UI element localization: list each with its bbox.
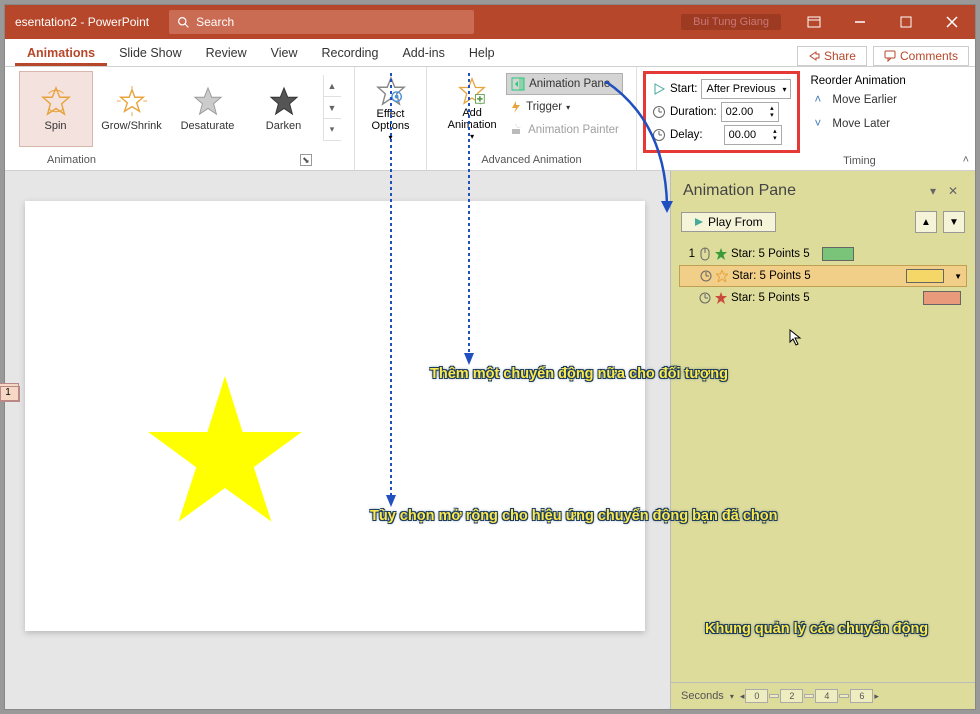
minimize-button[interactable] xyxy=(837,5,883,39)
delay-input[interactable]: 00.00▴▾ xyxy=(724,125,782,145)
slide-canvas[interactable]: 1 xyxy=(25,201,645,631)
add-animation-icon xyxy=(458,77,486,105)
emphasis-star-icon xyxy=(716,270,728,282)
move-later-button[interactable]: ˅ Move Later xyxy=(810,113,905,135)
group-advanced-label: Advanced Animation xyxy=(481,154,581,166)
anim-item-3[interactable]: Star: 5 Points 5 xyxy=(679,287,967,309)
anim-spin[interactable]: Spin xyxy=(19,71,93,147)
share-button[interactable]: Share xyxy=(797,46,867,66)
anim-grow-shrink[interactable]: Grow/Shrink xyxy=(95,71,169,147)
search-input[interactable]: Search xyxy=(169,10,474,34)
ribbon-tabs: Animations Slide Show Review View Record… xyxy=(5,39,975,67)
title-bar: esentation2 - PowerPoint Search Bui Tung… xyxy=(5,5,975,39)
animation-pane: Animation Pane ▾ ✕ Play From ▲ ▼ 1 Star: xyxy=(670,171,975,709)
tab-review[interactable]: Review xyxy=(194,40,259,66)
desat-star-icon xyxy=(193,86,223,116)
clock-icon xyxy=(699,292,711,304)
comment-icon xyxy=(884,50,896,62)
trigger-button[interactable]: Trigger ▾ xyxy=(506,96,623,118)
anim-desaturate[interactable]: Desaturate xyxy=(171,71,245,147)
ribbon: Spin Grow/Shrink Desaturate Darken ▲▼▾ A… xyxy=(5,67,975,171)
painter-icon xyxy=(510,123,524,137)
mouse-icon xyxy=(699,247,711,261)
share-icon xyxy=(808,50,820,62)
effect-options-button[interactable]: Effect Options ▾ xyxy=(359,71,423,147)
maximize-button[interactable] xyxy=(883,5,929,39)
entrance-star-icon xyxy=(715,248,727,260)
reorder-label: Reorder Animation xyxy=(810,75,905,87)
group-timing-label: Timing xyxy=(843,155,876,167)
animation-painter-button[interactable]: Animation Painter xyxy=(506,119,623,141)
close-button[interactable] xyxy=(929,5,975,39)
search-placeholder: Search xyxy=(196,15,234,29)
tab-view[interactable]: View xyxy=(259,40,310,66)
gallery-more[interactable]: ▲▼▾ xyxy=(323,75,341,141)
play-from-button[interactable]: Play From xyxy=(681,212,776,232)
seconds-label[interactable]: Seconds xyxy=(681,690,724,702)
pane-options[interactable]: ▾ xyxy=(923,181,943,201)
search-icon xyxy=(177,16,190,29)
close-pane-button[interactable]: ✕ xyxy=(943,181,963,201)
anim-item-1[interactable]: 1 Star: 5 Points 5 xyxy=(679,243,967,265)
move-down-button[interactable]: ▼ xyxy=(943,211,965,233)
grow-star-icon xyxy=(117,86,147,116)
tab-animations[interactable]: Animations xyxy=(15,40,107,66)
star-shape[interactable] xyxy=(145,376,305,528)
ribbon-display-options[interactable] xyxy=(791,5,837,39)
animation-order-badge[interactable]: 1 xyxy=(0,383,19,401)
animation-pane-title: Animation Pane xyxy=(683,182,923,200)
clock-icon xyxy=(700,270,712,282)
group-animation-label: Animation xyxy=(47,154,96,166)
move-up-button[interactable]: ▲ xyxy=(915,211,937,233)
tab-help[interactable]: Help xyxy=(457,40,507,66)
tab-slide-show[interactable]: Slide Show xyxy=(107,40,194,66)
effect-options-icon xyxy=(376,76,406,106)
work-area: 1 Animation Pane ▾ ✕ Play From ▲ ▼ xyxy=(5,171,975,709)
window-title: esentation2 - PowerPoint xyxy=(5,15,159,29)
start-select[interactable]: After Previous▾ xyxy=(701,79,791,99)
darken-star-icon xyxy=(269,86,299,116)
cursor-icon xyxy=(789,329,803,347)
timing-highlight: Start: After Previous▾ Duration: 02.00▴▾… xyxy=(643,71,800,153)
pane-icon xyxy=(511,77,525,91)
start-play-icon xyxy=(652,82,666,96)
user-name[interactable]: Bui Tung Giang xyxy=(681,14,781,30)
collapse-ribbon[interactable]: ˄ xyxy=(963,154,969,166)
move-earlier-button[interactable]: ˄ Move Earlier xyxy=(810,89,905,111)
anim-darken[interactable]: Darken xyxy=(247,71,321,147)
anim-item-2[interactable]: Star: 5 Points 5 ▼ xyxy=(679,265,967,287)
tab-recording[interactable]: Recording xyxy=(309,40,390,66)
trigger-icon xyxy=(510,100,522,114)
clock-icon xyxy=(652,105,666,119)
spin-star-icon xyxy=(41,86,71,116)
add-animation-button[interactable]: Add Animation ▾ xyxy=(440,71,504,147)
timeline-ruler[interactable]: ◂ 0 2 4 6 ▸ xyxy=(740,689,965,703)
play-icon xyxy=(694,217,704,227)
comments-button[interactable]: Comments xyxy=(873,46,969,66)
duration-input[interactable]: 02.00▴▾ xyxy=(721,102,779,122)
tab-add-ins[interactable]: Add-ins xyxy=(390,40,456,66)
animation-pane-button[interactable]: Animation Pane xyxy=(506,73,623,95)
clock-icon xyxy=(652,128,666,142)
animation-launcher[interactable]: ⬊ xyxy=(300,154,312,166)
animation-list: 1 Star: 5 Points 5 Star: 5 Points 5 ▼ xyxy=(671,241,975,682)
exit-star-icon xyxy=(715,292,727,304)
